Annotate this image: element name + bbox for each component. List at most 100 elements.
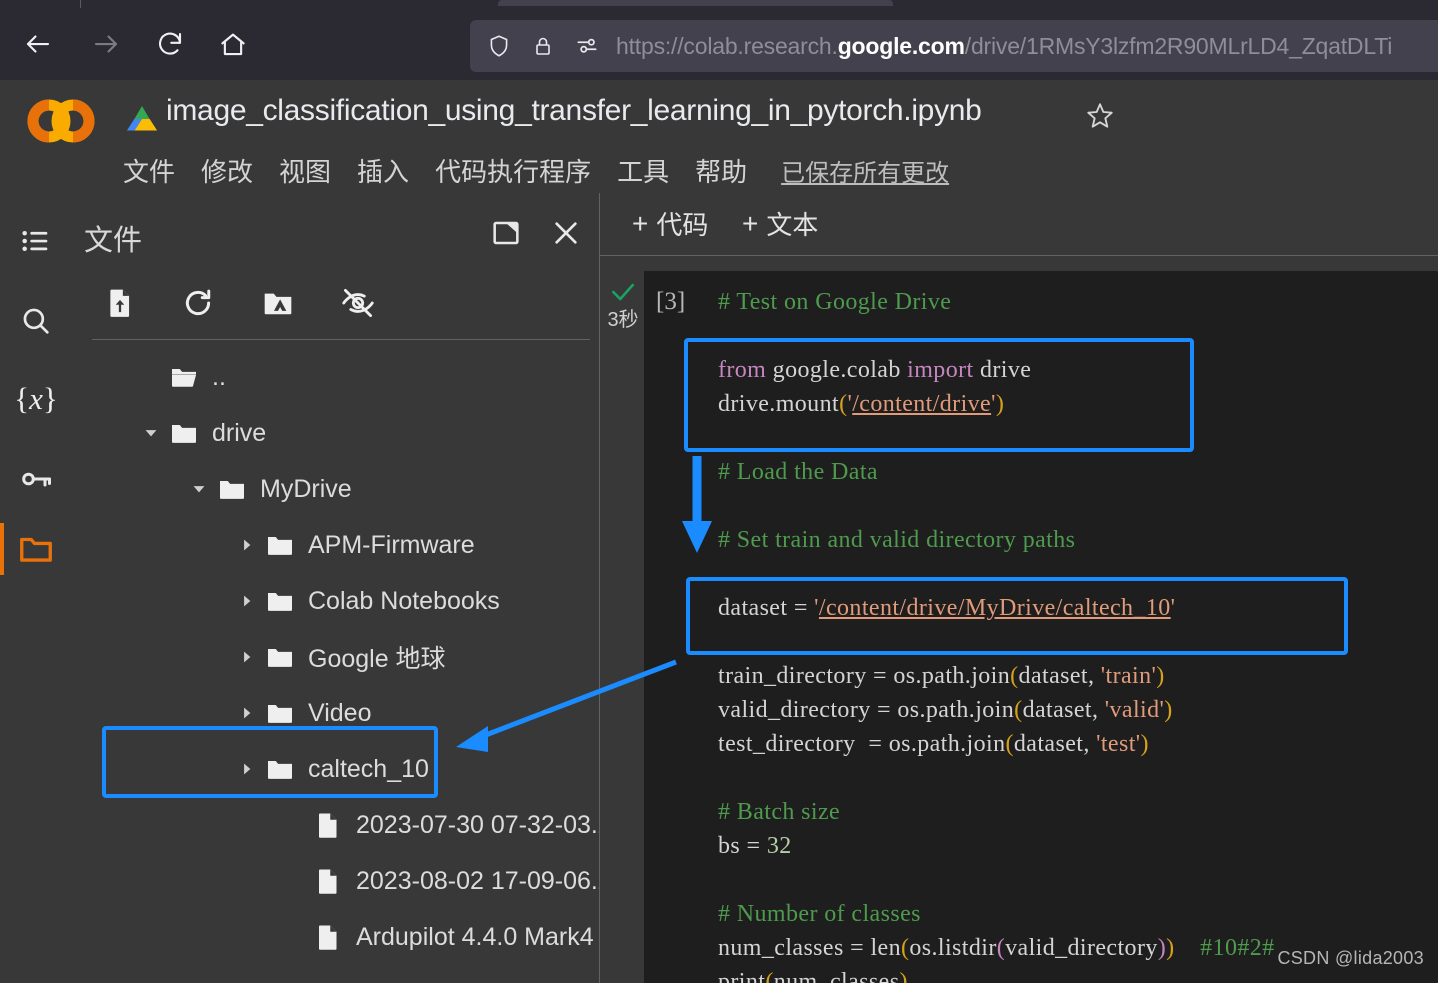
chevron-right-icon[interactable] (236, 590, 258, 612)
tree-row[interactable]: MyDrive (72, 461, 599, 517)
code-line: drive.mount('/content/drive') (718, 387, 1438, 421)
code-token: dataset, (1013, 731, 1097, 757)
menu-item-tools[interactable]: 工具 (617, 152, 669, 189)
shield-icon[interactable] (484, 31, 514, 61)
code-token: # Number of classes (718, 901, 921, 927)
chevron-right-icon[interactable] (236, 646, 258, 668)
chevron-right-icon[interactable] (236, 702, 258, 724)
chevron-down-icon[interactable] (188, 478, 210, 500)
secrets-key-icon[interactable] (10, 453, 62, 505)
url-text[interactable]: https://colab.research.google.com/drive/… (616, 33, 1392, 60)
code-line: valid_directory = os.path.join(dataset, … (718, 693, 1438, 727)
tree-item-label: MyDrive (260, 474, 352, 503)
star-outline-icon[interactable] (1084, 100, 1116, 132)
menu-item-view[interactable]: 视图 (279, 152, 331, 189)
mount-drive-icon[interactable] (254, 279, 302, 327)
code-token: 32 (766, 833, 792, 859)
cell-gutter: 3秒 (600, 271, 644, 983)
tree-row-selected[interactable]: caltech_10 (72, 741, 599, 797)
code-token: 'train' (1100, 663, 1157, 689)
menu-item-runtime[interactable]: 代码执行程序 (435, 152, 591, 189)
code-token: test_directory = os.path.join (718, 731, 1006, 757)
search-icon[interactable] (10, 295, 62, 347)
code-content[interactable]: # Test on Google Drive from google.colab… (718, 285, 1438, 983)
tree-row[interactable]: 2023-08-02 17-09-06.zip (72, 853, 599, 909)
code-token: /content/drive (852, 391, 992, 417)
tree-row[interactable]: Ardupilot 4.4.0 Mark4 + Mi… (72, 909, 599, 965)
refresh-icon[interactable] (174, 279, 222, 327)
code-line: # Batch size (718, 795, 1438, 829)
notebook-title[interactable]: image_classification_using_transfer_lear… (166, 94, 982, 128)
add-text-cell-button[interactable]: + 文本 (742, 205, 818, 242)
menu-item-help[interactable]: 帮助 (695, 152, 747, 189)
code-token: ( (1010, 663, 1019, 689)
address-bar[interactable]: https://colab.research.google.com/drive/… (470, 20, 1438, 72)
home-icon[interactable] (213, 24, 253, 64)
files-panel: 文件 .. drive MyDrive APM-Firmware Colab Noteb… (72, 193, 600, 983)
open-in-new-window-icon[interactable] (484, 211, 528, 255)
plus-icon: + (632, 207, 649, 239)
chevron-down-icon[interactable] (140, 422, 162, 444)
files-folder-icon[interactable] (10, 523, 62, 575)
colab-logo[interactable] (24, 96, 98, 146)
tree-row[interactable]: Google 地球 (72, 629, 599, 685)
tree-row[interactable]: drive (72, 405, 599, 461)
browser-window: https://colab.research.google.com/drive/… (0, 0, 1438, 983)
code-token: num_classes = len (718, 935, 901, 961)
add-code-cell-button[interactable]: + 代码 (632, 205, 708, 242)
folder-icon (264, 529, 296, 561)
folder-icon (264, 697, 296, 729)
back-arrow-icon[interactable] (18, 24, 58, 64)
tree-item-label: .. (212, 362, 226, 391)
code-token: 'test' (1096, 731, 1141, 757)
files-panel-title: 文件 (84, 225, 143, 257)
url-prefix: https://colab.research. (616, 32, 838, 59)
tree-row[interactable]: 2023-07-30 07-32-03.zip (72, 797, 599, 853)
code-line: dataset = '/content/drive/MyDrive/caltec… (718, 591, 1438, 625)
permissions-icon[interactable] (572, 31, 602, 61)
save-status[interactable]: 已保存所有更改 (781, 153, 949, 188)
reload-icon[interactable] (150, 24, 190, 64)
tree-item-label: Video (308, 698, 372, 727)
code-line: # Number of classes (718, 897, 1438, 931)
code-line: # Set train and valid directory paths (718, 523, 1438, 557)
code-token: # Batch size (718, 799, 841, 825)
file-icon (312, 865, 344, 897)
toc-icon[interactable] (10, 215, 62, 267)
code-token: train_directory = os.path.join (718, 663, 1011, 689)
tree-row[interactable]: Colab Notebooks (72, 573, 599, 629)
code-token: ( (1005, 731, 1014, 757)
code-token: ) (1156, 663, 1165, 689)
toggle-hidden-files-icon[interactable] (334, 279, 382, 327)
code-token: # Set train and valid directory paths (718, 527, 1076, 553)
chevron-right-icon[interactable] (236, 534, 258, 556)
file-icon (312, 921, 344, 953)
rail-selection-indicator (0, 523, 4, 575)
code-line: train_directory = os.path.join(dataset, … (718, 659, 1438, 693)
tree-row[interactable]: Video (72, 685, 599, 741)
tree-row[interactable]: .. (72, 349, 599, 405)
upload-file-icon[interactable] (96, 279, 144, 327)
active-tab[interactable] (498, 0, 893, 6)
code-token: ) (1166, 935, 1175, 961)
lock-icon[interactable] (528, 31, 558, 61)
code-token: os.listdir (909, 935, 997, 961)
chevron-right-icon[interactable] (236, 758, 258, 780)
left-icon-rail: {x} (0, 193, 72, 983)
close-icon[interactable] (544, 211, 588, 255)
tree-item-label: 2023-07-30 07-32-03.zip (356, 810, 599, 839)
tree-item-label: Google 地球 (308, 645, 446, 673)
forward-arrow-icon[interactable] (86, 24, 126, 64)
menu-item-file[interactable]: 文件 (123, 152, 175, 189)
caret-placeholder (284, 814, 306, 836)
menu-item-insert[interactable]: 插入 (357, 152, 409, 189)
code-token: # Load the Data (718, 459, 878, 485)
code-line: from google.colab import drive (718, 353, 1438, 387)
success-check-icon[interactable] (610, 281, 636, 303)
menu-item-edit[interactable]: 修改 (201, 152, 253, 189)
tree-row[interactable]: APM-Firmware (72, 517, 599, 573)
